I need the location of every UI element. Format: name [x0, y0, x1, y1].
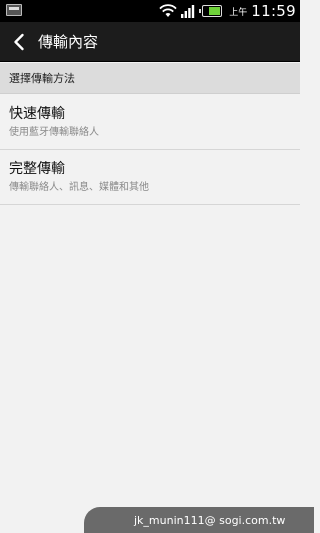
- notification-area[interactable]: [6, 4, 22, 16]
- action-bar: 傳輸內容: [0, 22, 300, 62]
- status-bar: 上午 11:59: [0, 0, 300, 22]
- clock-ampm: 上午: [229, 7, 248, 18]
- back-button[interactable]: [4, 22, 34, 62]
- section-header: 選擇傳輸方法: [0, 63, 300, 94]
- option-subtitle: 使用藍牙傳輸聯絡人: [9, 127, 99, 138]
- option-subtitle: 傳輸聯絡人、訊息、媒體和其他: [9, 182, 149, 193]
- transfer-method-list: 快速傳輸 使用藍牙傳輸聯絡人 完整傳輸 傳輸聯絡人、訊息、媒體和其他: [0, 95, 300, 205]
- battery-level: [209, 7, 221, 15]
- status-icons: 上午 11:59: [159, 0, 296, 22]
- option-quick-transfer[interactable]: 快速傳輸 使用藍牙傳輸聯絡人: [0, 95, 300, 150]
- battery-icon: [199, 5, 223, 17]
- signal-icon: [181, 4, 195, 18]
- watermark: jk_munin111@ sogi.com.tw: [84, 507, 314, 533]
- clock: 11:59: [251, 2, 296, 20]
- wifi-icon: [159, 4, 177, 17]
- option-full-transfer[interactable]: 完整傳輸 傳輸聯絡人、訊息、媒體和其他: [0, 150, 300, 205]
- option-title: 完整傳輸: [9, 161, 65, 177]
- page-title: 傳輸內容: [38, 33, 99, 51]
- option-title: 快速傳輸: [9, 106, 65, 122]
- chevron-left-icon: [14, 33, 24, 50]
- notification-icon: [6, 4, 22, 16]
